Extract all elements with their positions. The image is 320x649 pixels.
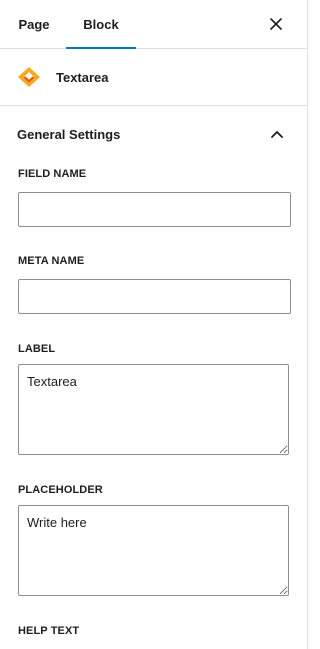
label-group: LABEL Textarea xyxy=(0,343,307,455)
meta-name-group: META NAME xyxy=(0,255,307,314)
close-sidebar-button[interactable] xyxy=(265,13,287,35)
tab-page-label: Page xyxy=(18,16,50,32)
meta-name-label: META NAME xyxy=(18,255,85,267)
help-text-label: HELP TEXT xyxy=(18,625,80,637)
chevron-up-icon xyxy=(269,126,285,142)
tab-block-label: Block xyxy=(83,16,119,32)
meta-name-input[interactable] xyxy=(18,279,291,314)
placeholder-textarea[interactable]: Write here xyxy=(18,505,289,596)
tab-page[interactable]: Page xyxy=(0,0,66,48)
placeholder-label: PLACEHOLDER xyxy=(18,484,103,496)
label-label: LABEL xyxy=(18,343,56,355)
block-card: Textarea xyxy=(0,49,307,106)
field-name-group: FIELD NAME xyxy=(0,168,307,227)
placeholder-group: PLACEHOLDER Write here xyxy=(0,484,307,596)
label-textarea[interactable]: Textarea xyxy=(18,364,289,455)
block-logo-icon xyxy=(17,65,43,89)
field-name-label: FIELD NAME xyxy=(18,168,87,180)
close-icon xyxy=(270,18,282,30)
help-text-group: HELP TEXT xyxy=(0,625,307,637)
tab-block[interactable]: Block xyxy=(66,0,136,49)
section-title: General Settings xyxy=(17,126,121,142)
sidebar-tabs: Page Block xyxy=(0,0,307,49)
block-title: Textarea xyxy=(56,69,109,85)
block-inspector-sidebar: Page Block Textarea General Settings FIE… xyxy=(0,0,308,649)
general-settings-toggle[interactable]: General Settings xyxy=(0,106,307,162)
field-name-input[interactable] xyxy=(18,192,291,227)
